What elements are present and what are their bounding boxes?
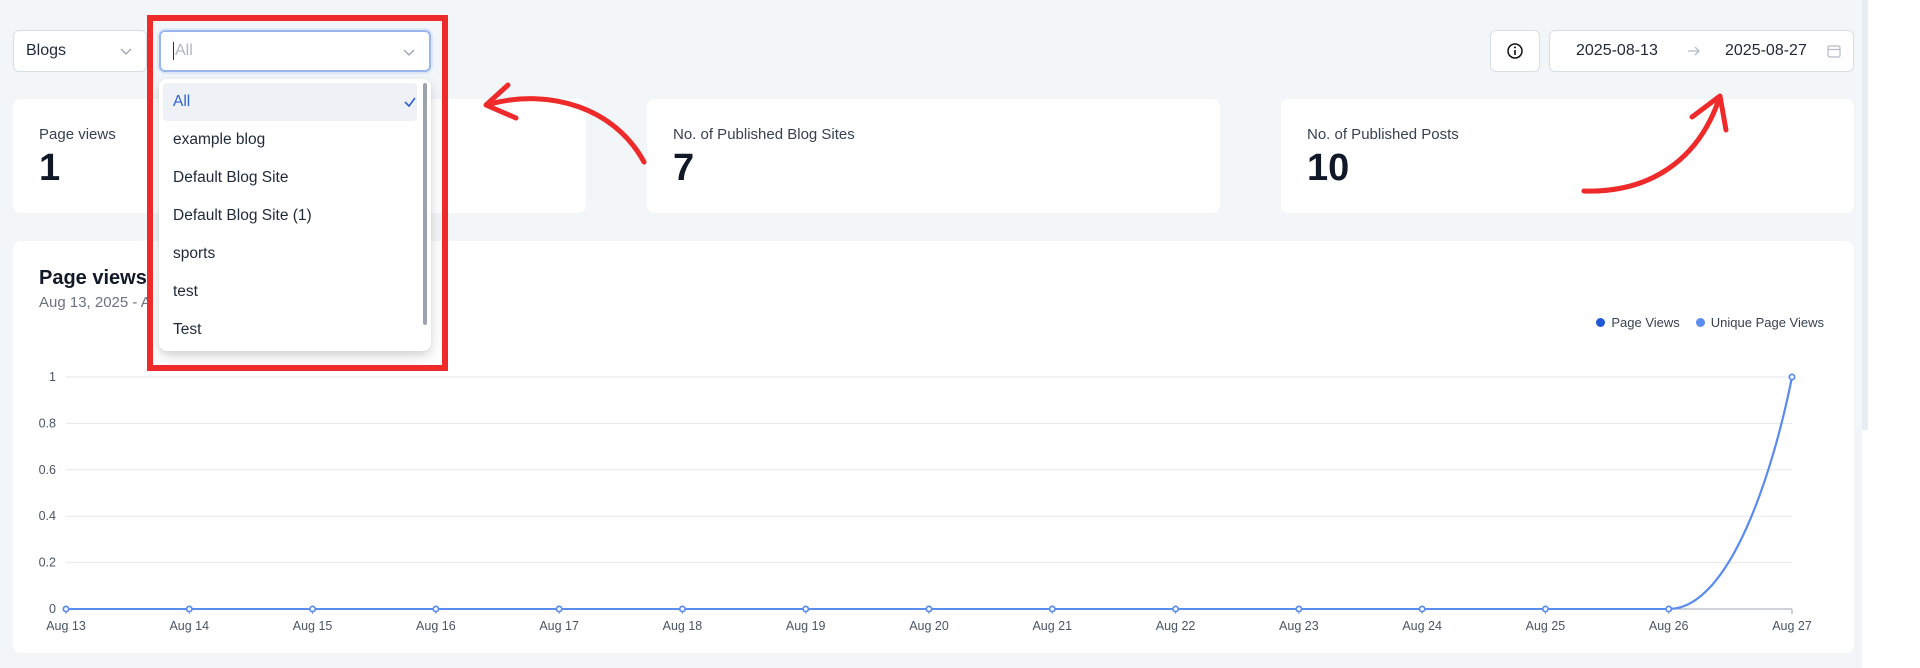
x-tick-label: Aug 24 [1402, 619, 1442, 633]
x-tick-label: Aug 15 [293, 619, 333, 633]
data-point [555, 605, 563, 613]
data-point [679, 605, 686, 613]
x-tick-label: Aug 20 [909, 619, 949, 633]
x-tick-label: Aug 21 [1032, 619, 1072, 633]
y-tick-label: 0 [49, 602, 56, 616]
x-tick-label: Aug 26 [1649, 619, 1689, 633]
x-tick-label: Aug 14 [169, 619, 209, 633]
data-point [1172, 605, 1179, 613]
x-tick-label: Aug 22 [1156, 619, 1196, 633]
data-point [1542, 605, 1549, 613]
stat-label: No. of Published Blog Sites [673, 126, 855, 143]
annotation-highlight-box [147, 15, 448, 371]
date-end[interactable]: 2025-08-27 [1725, 42, 1807, 60]
x-tick-label: Aug 17 [539, 619, 579, 633]
data-point [1788, 373, 1796, 381]
content-type-value: Blogs [26, 42, 67, 59]
info-button[interactable] [1490, 30, 1540, 72]
y-tick-label: 1 [49, 370, 56, 384]
date-range-picker[interactable]: 2025-08-13 2025-08-27 [1549, 30, 1854, 72]
x-tick-label: Aug 27 [1772, 619, 1812, 633]
y-tick-label: 0.8 [39, 416, 56, 430]
x-tick-label: Aug 25 [1526, 619, 1566, 633]
stat-card-published-sites: No. of Published Blog Sites 7 [647, 99, 1220, 213]
data-point [62, 605, 70, 613]
content-type-select[interactable]: Blogs [13, 30, 147, 72]
stat-value: 10 [1307, 147, 1350, 189]
data-point [1295, 605, 1303, 613]
stat-label: Page views [39, 126, 116, 143]
data-point [802, 605, 810, 613]
x-tick-label: Aug 13 [46, 619, 86, 633]
arrow-right-icon [1688, 46, 1700, 56]
y-tick-label: 0.6 [39, 463, 56, 477]
series-line [66, 376, 1793, 610]
data-point [1665, 605, 1673, 613]
x-tick-label: Aug 23 [1279, 619, 1319, 633]
stat-value: 1 [39, 147, 61, 189]
stat-value: 7 [673, 147, 695, 189]
date-start[interactable]: 2025-08-13 [1576, 42, 1658, 60]
x-tick-label: Aug 16 [416, 619, 456, 633]
calendar-icon[interactable] [1826, 43, 1842, 59]
series-line [66, 376, 1793, 610]
data-point [1048, 605, 1056, 613]
right-rail [1862, 0, 1920, 668]
data-point [1418, 605, 1426, 613]
scrollbar-track[interactable] [1862, 0, 1868, 430]
data-point [925, 605, 933, 613]
stat-label: No. of Published Posts [1307, 126, 1459, 143]
x-tick-label: Aug 18 [663, 619, 703, 633]
chevron-down-icon [120, 48, 132, 55]
data-point [432, 605, 440, 613]
stat-card-published-posts: No. of Published Posts 10 [1281, 99, 1854, 213]
data-point [185, 605, 193, 613]
data-point [309, 605, 316, 613]
x-tick-label: Aug 19 [786, 619, 826, 633]
y-tick-label: 0.2 [39, 556, 56, 570]
info-icon [1507, 43, 1523, 59]
y-tick-label: 0.4 [39, 509, 56, 523]
